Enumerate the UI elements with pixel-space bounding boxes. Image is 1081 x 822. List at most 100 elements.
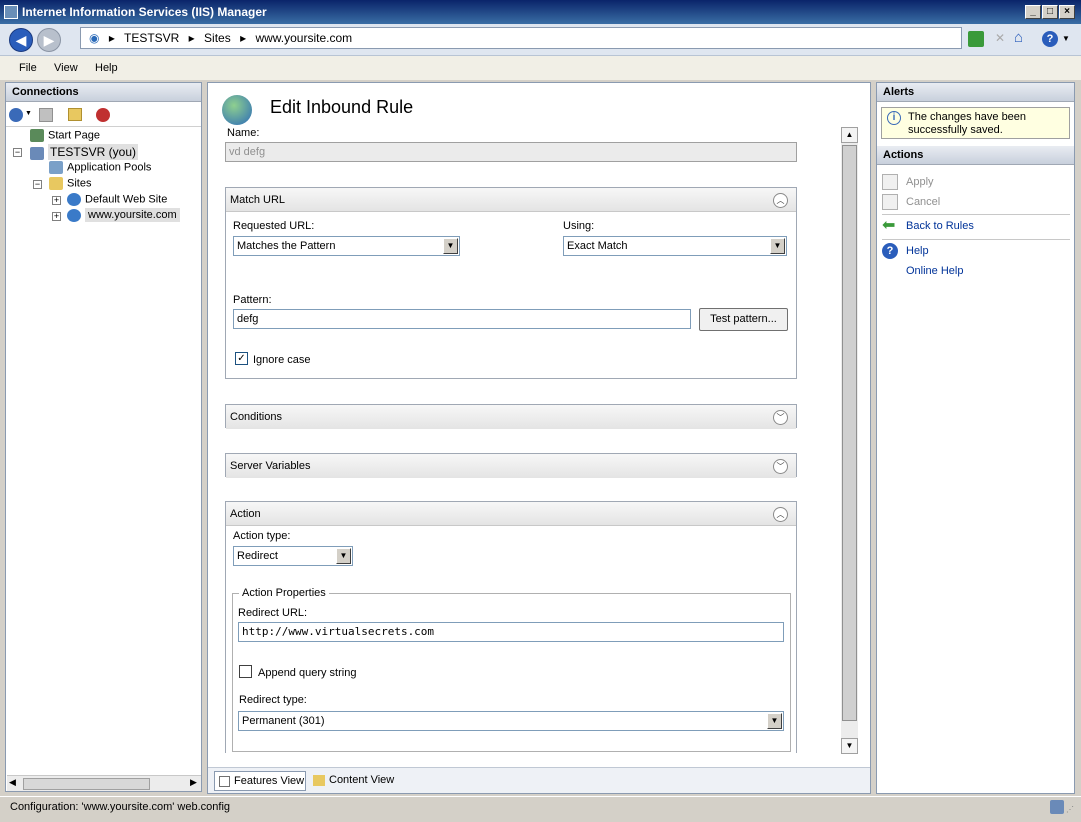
select-value: Matches the Pattern <box>237 240 336 252</box>
append-query-string-label: Append query string <box>258 667 357 679</box>
actions-panel: Alerts i The changes have been successfu… <box>876 82 1075 794</box>
tree-item-yoursite[interactable]: www.yoursite.com <box>67 208 180 223</box>
action-type-select[interactable]: Redirect ▼ <box>233 546 353 566</box>
chevron-down-icon[interactable]: ▼ <box>770 238 785 254</box>
connect-dropdown-icon[interactable]: ▼ <box>25 110 32 117</box>
stop-icon[interactable]: ✕ <box>992 31 1008 47</box>
scroll-right-icon[interactable]: ▶ <box>190 777 197 788</box>
resize-grip-icon[interactable]: ⋰ <box>1066 805 1074 814</box>
apply-action[interactable]: Apply <box>882 174 934 190</box>
tab-content-view[interactable]: Content View <box>311 771 403 791</box>
status-text: Configuration: 'www.yoursite.com' web.co… <box>10 801 231 813</box>
up-folder-icon[interactable] <box>68 108 82 121</box>
refresh-icon[interactable] <box>968 31 984 47</box>
requested-url-label: Requested URL: <box>233 220 315 232</box>
breadcrumb-site[interactable]: www.yoursite.com <box>255 31 352 45</box>
vertical-scrollbar[interactable]: ▲ ▼ <box>841 127 858 754</box>
tree-item-app-pools[interactable]: Application Pools <box>49 161 151 174</box>
home-icon[interactable]: ⌂ <box>1014 29 1030 47</box>
using-select[interactable]: Exact Match ▼ <box>563 236 787 256</box>
tree-item-server[interactable]: TESTSVR (you) <box>30 144 139 160</box>
expand-icon[interactable]: ﹀ <box>773 459 788 474</box>
help-action[interactable]: ? Help <box>882 243 929 259</box>
address-bar[interactable]: ◉ ▸ TESTSVR ▸ Sites ▸ www.yoursite.com <box>80 27 962 49</box>
scroll-down-icon[interactable]: ▼ <box>841 738 858 754</box>
action-label: Help <box>906 244 929 257</box>
tree-item-default-web-site[interactable]: Default Web Site <box>67 193 167 206</box>
tree-item-start-page[interactable]: Start Page <box>30 129 100 142</box>
back-arrow-icon: ⬅ <box>882 217 896 234</box>
expand-icon[interactable]: ﹀ <box>773 410 788 425</box>
horizontal-scrollbar[interactable]: ◀ ▶ <box>7 775 201 791</box>
help-icon[interactable]: ? <box>1042 31 1058 47</box>
append-query-string-checkbox[interactable] <box>239 665 252 678</box>
connections-toolbar: ▼ <box>6 103 201 127</box>
action-group: Action ︿ Action type: Redirect ▼ Action Pr… <box>225 501 797 753</box>
menu-file[interactable]: File <box>19 62 37 74</box>
collapse-icon[interactable]: ︿ <box>773 193 788 208</box>
save-icon[interactable] <box>39 108 53 122</box>
forward-button[interactable]: ▶ <box>37 28 61 52</box>
back-to-rules-action[interactable]: ⬅ Back to Rules <box>882 218 974 234</box>
actions-title: Actions <box>877 146 1074 165</box>
action-properties-fieldset: Action Properties Redirect URL: http://w… <box>232 587 791 752</box>
sites-folder-icon <box>49 177 63 190</box>
scroll-left-icon[interactable]: ◀ <box>9 777 16 788</box>
scroll-thumb[interactable] <box>842 145 857 721</box>
menu-help[interactable]: Help <box>95 62 118 74</box>
site-globe-icon <box>67 193 81 206</box>
breadcrumb-arrow-icon: ▸ <box>240 31 247 45</box>
conditions-header[interactable]: Conditions ﹀ <box>226 405 796 429</box>
collapse-toggle[interactable]: − <box>33 180 42 189</box>
match-url-header[interactable]: Match URL ︿ <box>226 188 796 212</box>
server-icon <box>30 146 44 160</box>
breadcrumb-sites[interactable]: Sites <box>204 31 231 45</box>
online-help-action[interactable]: Online Help <box>906 265 963 277</box>
tab-features-view[interactable]: Features View <box>214 771 306 791</box>
view-tabs: Features View Content View <box>208 767 870 793</box>
ignore-case-checkbox[interactable]: ✓ <box>235 352 248 365</box>
action-label: Apply <box>906 175 934 188</box>
maximize-button[interactable]: □ <box>1042 5 1058 19</box>
test-pattern-button[interactable]: Test pattern... <box>699 308 788 331</box>
action-type-label: Action type: <box>233 530 291 542</box>
expand-toggle[interactable]: + <box>52 212 61 221</box>
collapse-toggle[interactable]: − <box>13 148 22 157</box>
redirect-type-label: Redirect type: <box>239 694 307 706</box>
tab-label: Content View <box>329 774 395 786</box>
tree-label: Sites <box>67 177 92 190</box>
status-bar: Configuration: 'www.yoursite.com' web.co… <box>0 796 1081 822</box>
breadcrumb-server[interactable]: TESTSVR <box>124 31 179 45</box>
iis-app-icon <box>4 5 18 19</box>
minimize-button[interactable]: _ <box>1025 5 1041 19</box>
pattern-input[interactable]: defg <box>233 309 691 329</box>
conditions-group[interactable]: Conditions ﹀ <box>225 404 797 429</box>
select-value: Exact Match <box>567 240 628 252</box>
scroll-up-icon[interactable]: ▲ <box>841 127 858 143</box>
redirect-url-input[interactable]: http://www.virtualsecrets.com <box>238 622 784 642</box>
expand-toggle[interactable]: + <box>52 196 61 205</box>
scroll-thumb[interactable] <box>23 778 150 790</box>
tab-label: Features View <box>234 775 305 787</box>
disconnect-icon[interactable] <box>96 108 110 122</box>
cancel-action[interactable]: Cancel <box>882 194 940 210</box>
connect-icon[interactable] <box>9 108 23 122</box>
menu-bar: File View Help <box>0 56 1081 80</box>
close-button[interactable]: × <box>1059 5 1075 19</box>
chevron-down-icon[interactable]: ▼ <box>767 713 782 729</box>
menu-view[interactable]: View <box>54 62 78 74</box>
action-header[interactable]: Action ︿ <box>226 502 796 526</box>
requested-url-select[interactable]: Matches the Pattern ▼ <box>233 236 460 256</box>
server-variables-group[interactable]: Server Variables ﹀ <box>225 453 797 478</box>
help-dropdown-icon[interactable]: ▼ <box>1062 34 1070 43</box>
tree-item-sites[interactable]: Sites <box>49 177 91 190</box>
server-variables-header[interactable]: Server Variables ﹀ <box>226 454 796 478</box>
name-field[interactable]: vd defg <box>225 142 797 162</box>
chevron-down-icon[interactable]: ▼ <box>443 238 458 254</box>
redirect-type-select[interactable]: Permanent (301) ▼ <box>238 711 784 731</box>
back-button[interactable]: ◀ <box>9 28 33 52</box>
chevron-down-icon[interactable]: ▼ <box>336 548 351 564</box>
tree-label: Default Web Site <box>85 193 168 206</box>
collapse-icon[interactable]: ︿ <box>773 507 788 522</box>
window-title: Internet Information Services (IIS) Mana… <box>22 5 267 19</box>
